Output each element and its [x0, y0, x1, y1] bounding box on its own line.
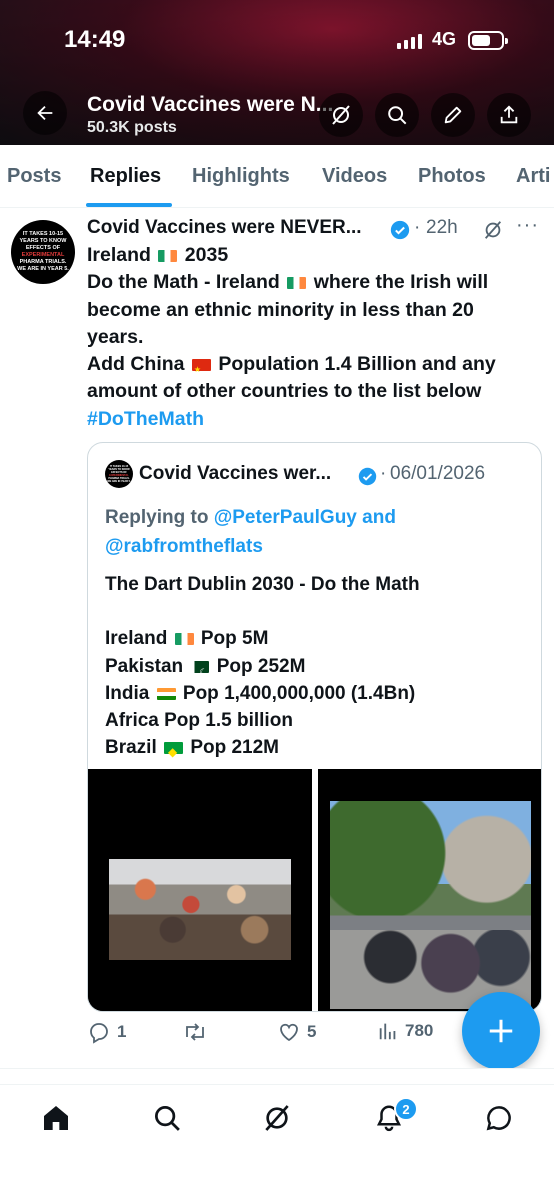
profile-tabs: Posts Replies Highlights Videos Photos A…: [0, 145, 554, 208]
separator-dot: ·: [380, 463, 387, 484]
reply-button[interactable]: 1: [87, 1020, 126, 1044]
media-grid: [88, 769, 541, 1011]
notification-badge: 2: [394, 1097, 418, 1121]
quoted-author-name: Covid Vaccines wer...: [139, 463, 332, 484]
view-count: 780: [405, 1021, 434, 1040]
bus-stop-crowd-photo: [330, 801, 531, 1009]
tab-replies[interactable]: Replies: [90, 165, 161, 188]
tweet-text: Ireland 2035 Do the Math - Ireland where…: [87, 242, 542, 433]
nav-search[interactable]: [150, 1101, 184, 1135]
tab-photos[interactable]: Photos: [418, 165, 486, 188]
author-name[interactable]: Covid Vaccines were NEVER...: [87, 217, 362, 239]
edit-button[interactable]: [431, 93, 475, 137]
reply-count: 1: [117, 1022, 127, 1041]
mention-link[interactable]: @PeterPaulGuy: [214, 507, 357, 528]
grok-icon: [265, 1105, 289, 1131]
header-nav: Covid Vaccines were N... 50.3K posts: [0, 88, 554, 140]
timestamp[interactable]: 22h: [426, 217, 458, 239]
tweet[interactable]: IT TAKES 10-15 YEARS TO KNOW EFFECTS OF …: [0, 208, 554, 1068]
media-image-left[interactable]: [88, 769, 312, 1011]
more-options-icon[interactable]: ···: [516, 214, 539, 237]
signal-icon: [397, 33, 422, 49]
like-count: 5: [307, 1022, 317, 1041]
battery-icon: [468, 31, 508, 50]
mention-link[interactable]: @rabfromtheflats: [105, 536, 263, 557]
nav-messages[interactable]: [482, 1101, 516, 1135]
media-image-right[interactable]: [318, 769, 541, 1011]
nav-grok[interactable]: [260, 1101, 294, 1135]
compose-button[interactable]: [462, 992, 540, 1070]
grok-icon[interactable]: [482, 219, 504, 241]
share-button[interactable]: [487, 93, 531, 137]
clock: 14:49: [64, 26, 126, 53]
network-type: 4G: [432, 29, 457, 49]
crowded-train-photo: [109, 859, 291, 960]
china-flag-icon: [191, 356, 211, 383]
search-icon: [388, 106, 407, 125]
profile-header: 14:49 4G Covid Vaccines were N... 50.3K …: [0, 0, 554, 145]
status-bar: 14:49 4G: [0, 0, 554, 80]
search-button[interactable]: [375, 93, 419, 137]
tab-posts[interactable]: Posts: [7, 165, 61, 188]
hashtag-link[interactable]: #DoTheMath: [87, 406, 542, 433]
quoted-date: 06/01/2026: [390, 463, 486, 484]
back-button[interactable]: [23, 91, 67, 135]
grok-button[interactable]: [319, 93, 363, 137]
verified-badge-icon: [390, 220, 410, 240]
messages-icon: [486, 1106, 511, 1131]
home-icon: [44, 1106, 68, 1130]
avatar[interactable]: IT TAKES 10-15 YEARS TO KNOW EFFECTS OF …: [11, 220, 75, 284]
pakistan-flag-icon: [190, 659, 210, 686]
verified-badge-icon: [358, 467, 377, 486]
share-icon: [500, 105, 518, 124]
like-button[interactable]: 5: [277, 1020, 316, 1044]
brazil-flag-icon: [164, 739, 184, 767]
replying-to: Replying to @PeterPaulGuy and @rabfromth…: [105, 507, 396, 557]
divider: [0, 1068, 554, 1084]
india-flag-icon: [156, 687, 176, 700]
ireland-flag-icon: [287, 277, 307, 290]
quoted-avatar: IT TAKES 10-15 YEARS TO KNOW EFFECTS OF …: [105, 460, 133, 488]
tab-highlights[interactable]: Highlights: [192, 165, 290, 188]
bottom-nav: 2: [0, 1084, 554, 1200]
repost-icon: [186, 1023, 204, 1041]
quoted-tweet[interactable]: IT TAKES 10-15 YEARS TO KNOW EFFECTS OF …: [87, 442, 542, 1012]
search-icon: [155, 1106, 180, 1131]
grok-icon: [332, 105, 350, 125]
active-tab-indicator: [86, 203, 172, 207]
heart-icon: [280, 1023, 298, 1042]
views-chart-icon: [379, 1023, 396, 1040]
tweet-header: Covid Vaccines were NEVER... · 22h ···: [87, 214, 547, 244]
tab-videos[interactable]: Videos: [322, 165, 387, 188]
repost-button[interactable]: [182, 1020, 214, 1044]
plus-icon: [489, 1019, 513, 1043]
edit-pen-icon: [444, 106, 462, 124]
nav-home[interactable]: [39, 1101, 73, 1135]
ireland-flag-icon: [174, 633, 194, 646]
views-button[interactable]: 780: [377, 1020, 433, 1042]
back-arrow-icon: [37, 105, 53, 121]
reply-icon: [90, 1023, 108, 1044]
tab-articles[interactable]: Arti: [516, 165, 550, 188]
quoted-text: The Dart Dublin 2030 - Do the Math Irela…: [105, 571, 525, 767]
separator-dot: ·: [414, 217, 421, 238]
ireland-flag-icon: [158, 250, 178, 262]
